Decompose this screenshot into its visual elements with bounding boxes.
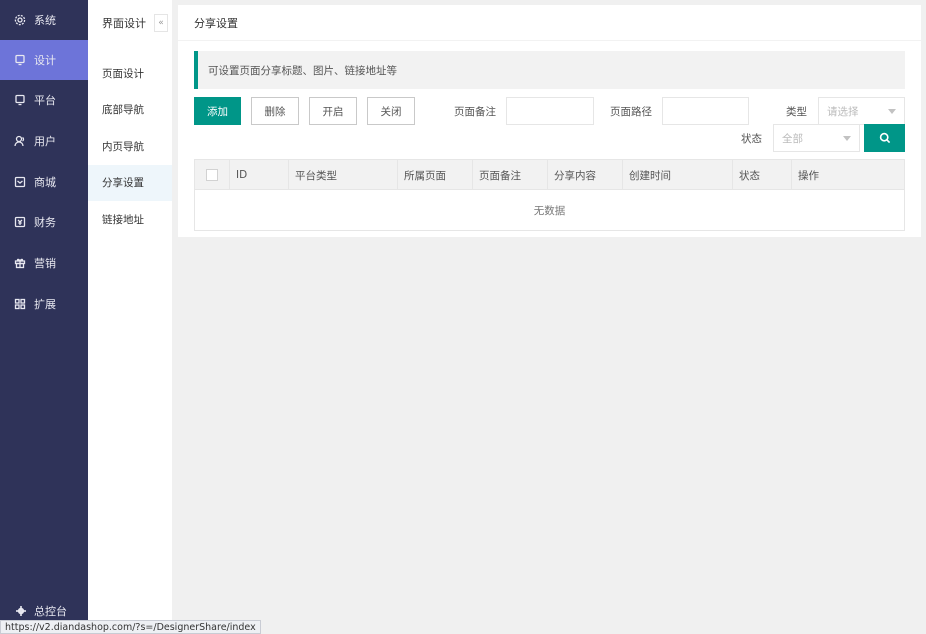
empty-state: 无数据 xyxy=(533,204,566,217)
user-icon xyxy=(14,135,26,147)
status-select[interactable]: 全部 xyxy=(773,124,860,152)
sidebar-item-extension[interactable]: 扩展 xyxy=(0,284,88,324)
finance-icon xyxy=(14,216,26,228)
monitor-icon xyxy=(14,54,26,66)
browser-status-url: https://v2.diandashop.com/?s=/DesignerSh… xyxy=(0,620,261,634)
sidebar-item-system[interactable]: 系统 xyxy=(0,0,88,40)
mail-icon xyxy=(14,176,26,188)
column-header-share-content[interactable]: 分享内容 xyxy=(548,160,623,190)
search-icon xyxy=(879,132,890,144)
add-button[interactable]: 添加 xyxy=(194,97,241,125)
column-header-actions[interactable]: 操作 xyxy=(792,160,904,190)
select-all-checkbox[interactable] xyxy=(206,169,218,181)
column-header-page[interactable]: 所属页面 xyxy=(398,160,473,190)
sidebar-item-label: 用户 xyxy=(34,135,56,148)
status-select-value: 全部 xyxy=(782,132,803,145)
sub-menu-item-page-design[interactable]: 页面设计 xyxy=(88,55,172,92)
sidebar-bottom-label: 总控台 xyxy=(34,605,67,618)
monitor-icon xyxy=(14,94,26,106)
sidebar-item-mall[interactable]: 商城 xyxy=(0,162,88,202)
sidebar-item-marketing[interactable]: 营销 xyxy=(0,243,88,283)
sidebar-item-design[interactable]: 设计 xyxy=(0,40,88,80)
delete-button[interactable]: 删除 xyxy=(251,97,299,125)
sub-menu-item-inner-nav[interactable]: 内页导航 xyxy=(88,128,172,165)
sub-menu-item-share-settings[interactable]: 分享设置 xyxy=(88,164,172,201)
sub-menu-title: 界面设计 « xyxy=(88,0,172,46)
column-header-status[interactable]: 状态 xyxy=(733,160,792,190)
enable-button[interactable]: 开启 xyxy=(309,97,357,125)
sub-menu-item-link-address[interactable]: 链接地址 xyxy=(88,201,172,238)
select-all-cell xyxy=(195,160,230,190)
sidebar-item-finance[interactable]: 财务 xyxy=(0,202,88,242)
column-header-create-time[interactable]: 创建时间 xyxy=(623,160,733,190)
column-header-page-remark[interactable]: 页面备注 xyxy=(473,160,548,190)
sidebar-item-label: 系统 xyxy=(34,14,56,27)
sidebar-control-panel[interactable]: 总控台 xyxy=(0,602,88,620)
sidebar-item-label: 营销 xyxy=(34,257,56,270)
sub-menu-title-text: 界面设计 xyxy=(102,17,146,30)
grid-icon xyxy=(14,298,26,310)
page-title: 分享设置 xyxy=(178,5,921,41)
close-button[interactable]: 关闭 xyxy=(367,97,415,125)
column-header-platform-type[interactable]: 平台类型 xyxy=(289,160,398,190)
type-select-placeholder: 请选择 xyxy=(827,105,859,118)
page-remark-label: 页面备注 xyxy=(454,105,496,118)
chevron-down-icon xyxy=(888,109,896,114)
sub-menu-item-bottom-nav[interactable]: 底部导航 xyxy=(88,92,172,129)
page-path-input[interactable] xyxy=(662,97,749,125)
table-header: ID 平台类型 所属页面 页面备注 分享内容 创建时间 状态 操作 xyxy=(195,160,904,190)
page-remark-input[interactable] xyxy=(506,97,594,125)
search-button[interactable] xyxy=(864,124,905,152)
sidebar-item-label: 设计 xyxy=(34,54,56,67)
chevron-down-icon xyxy=(843,136,851,141)
type-select[interactable]: 请选择 xyxy=(818,97,905,125)
gift-icon xyxy=(14,257,26,269)
sidebar-item-label: 扩展 xyxy=(34,298,56,311)
content-card: 分享设置 可设置页面分享标题、图片、链接地址等 添加 删除 开启 关闭 页面备注… xyxy=(178,5,921,237)
sidebar-item-label: 财务 xyxy=(34,216,56,229)
main-sidebar: 系统 设计 平台 用户 商城 财务 营销 扩展 总控台 xyxy=(0,0,88,634)
sidebar-item-user[interactable]: 用户 xyxy=(0,121,88,161)
sidebar-item-label: 商城 xyxy=(34,176,56,189)
sub-menu: 界面设计 « 页面设计 底部导航 内页导航 分享设置 链接地址 xyxy=(88,0,172,634)
page-path-label: 页面路径 xyxy=(610,105,652,118)
status-label: 状态 xyxy=(741,132,762,145)
gear-icon xyxy=(16,606,26,616)
type-label: 类型 xyxy=(786,105,807,118)
tip-banner: 可设置页面分享标题、图片、链接地址等 xyxy=(194,51,905,89)
gear-icon xyxy=(14,14,26,26)
share-table: ID 平台类型 所属页面 页面备注 分享内容 创建时间 状态 操作 无数据 xyxy=(194,159,905,231)
column-header-id[interactable]: ID xyxy=(230,160,289,190)
sidebar-item-platform[interactable]: 平台 xyxy=(0,80,88,120)
sidebar-item-label: 平台 xyxy=(34,94,56,107)
collapse-icon[interactable]: « xyxy=(154,14,168,32)
